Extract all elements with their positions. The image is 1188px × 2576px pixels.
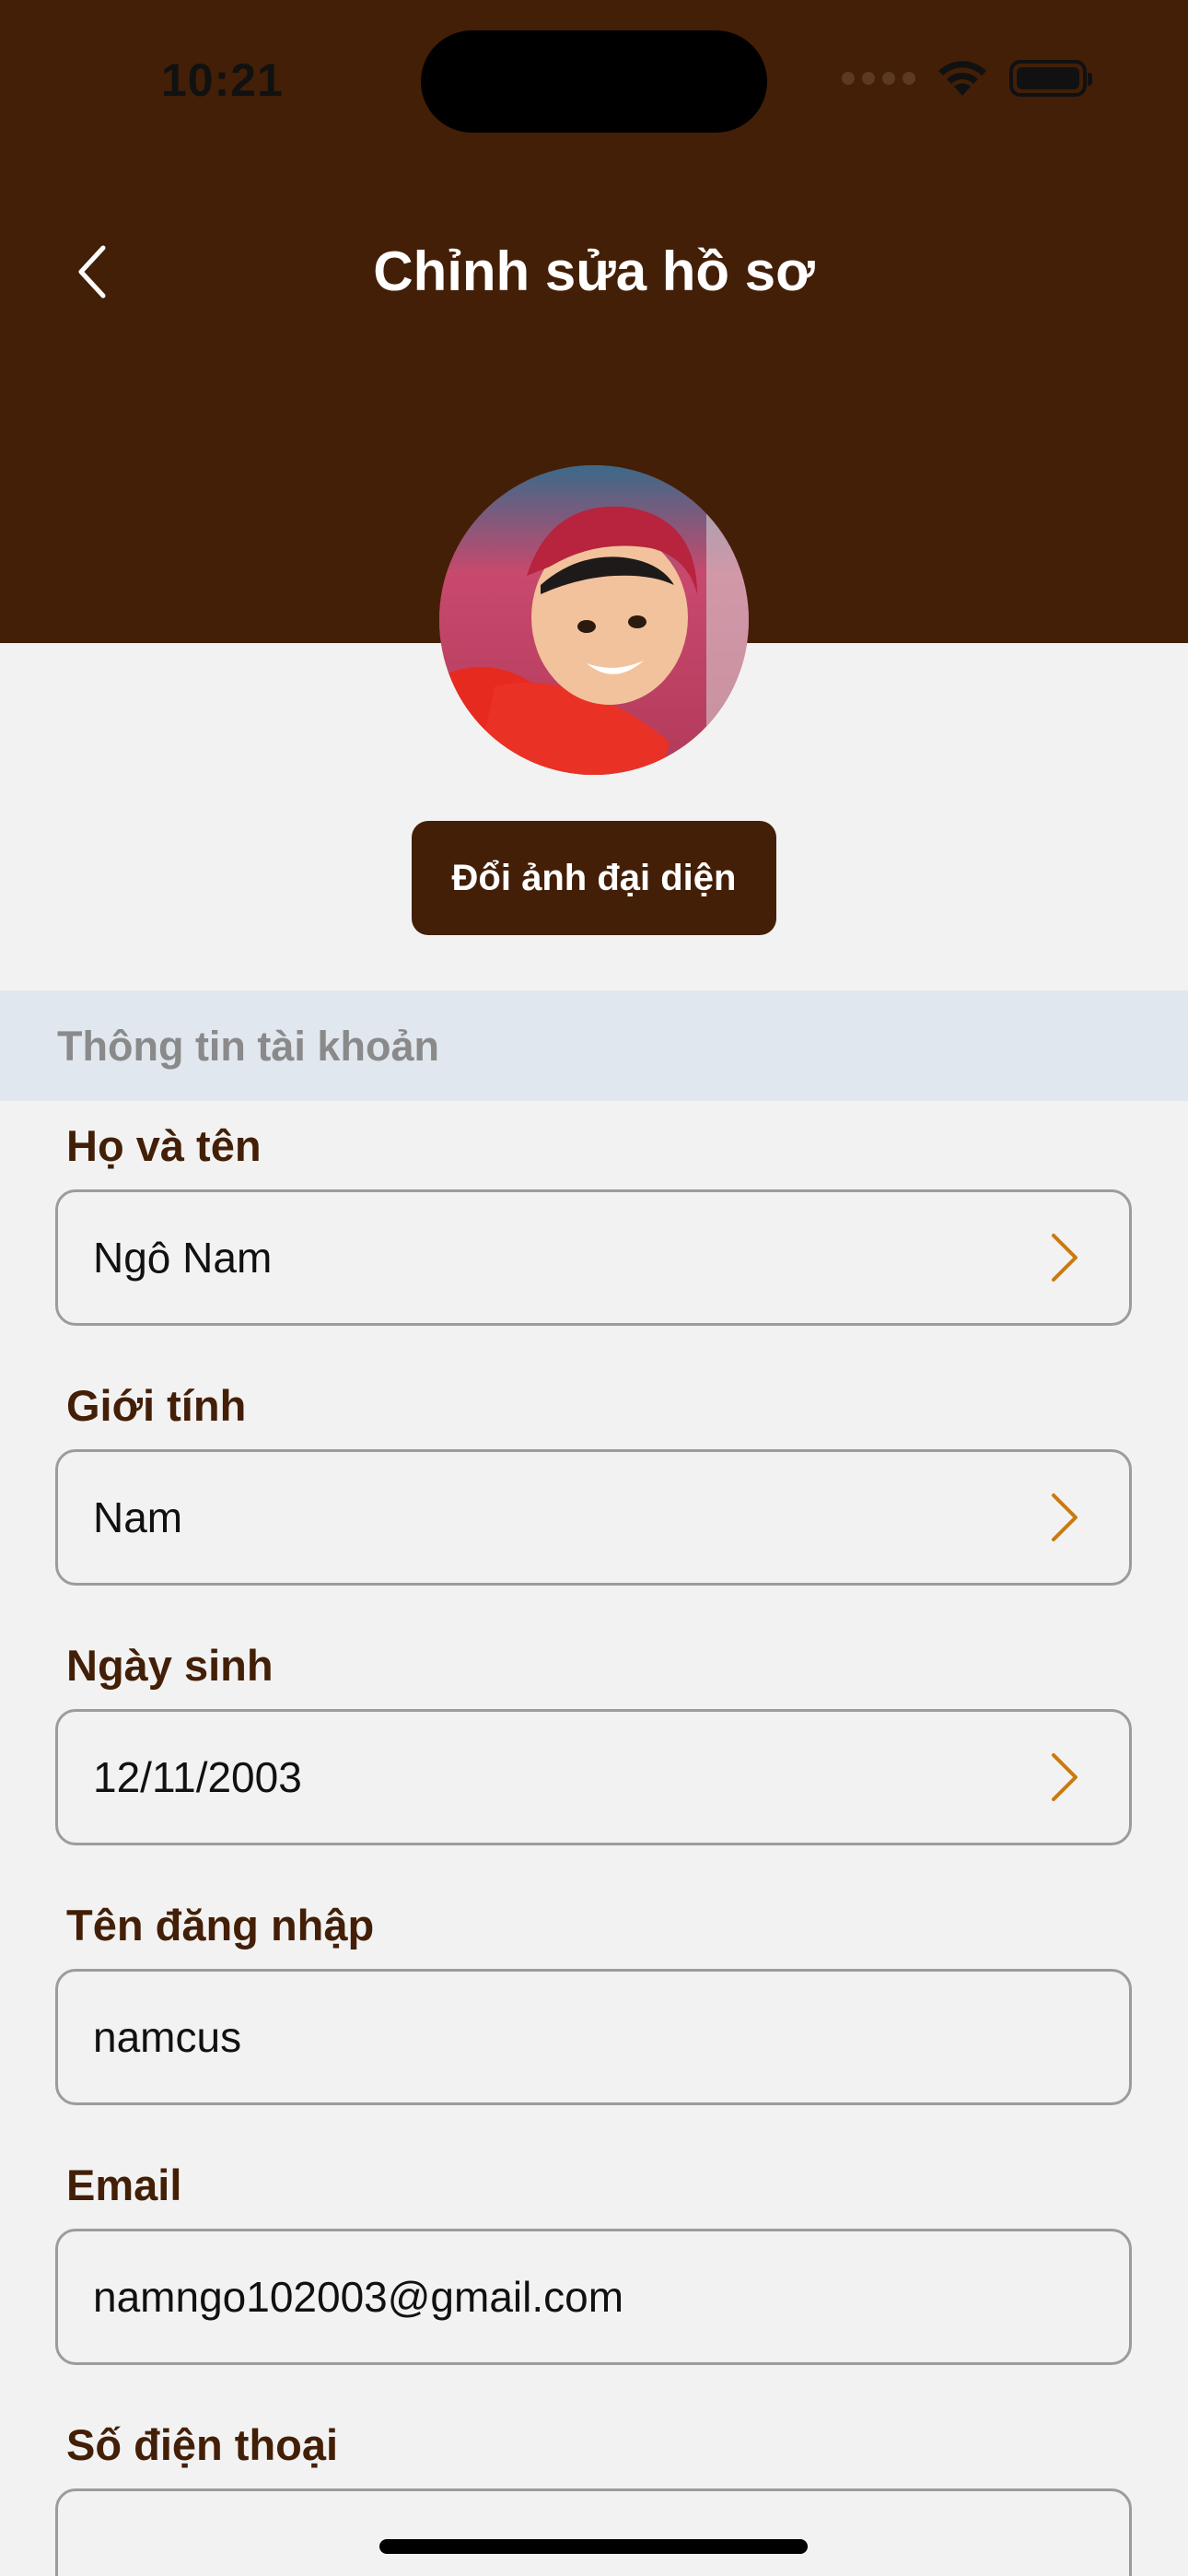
field-value: namngo102003@gmail.com [93,2273,624,2321]
field-label-birthdate: Ngày sinh [66,1641,274,1690]
avatar[interactable] [439,465,749,775]
home-indicator[interactable] [379,2539,808,2554]
avatar-photo [439,465,749,775]
field-value: Ngô Nam [93,1234,273,1282]
field-label-email: Email [66,2160,182,2209]
phone-field[interactable]: 0909090909 [55,2488,1132,2576]
chevron-right-icon [1052,1493,1077,1541]
wifi-icon [938,61,986,96]
status-icons [842,55,1092,101]
change-avatar-button[interactable]: Đổi ảnh đại diện [412,821,776,935]
dynamic-island [421,30,767,133]
birthdate-field[interactable]: 12/11/2003 [55,1709,1132,1845]
signal-icon [842,72,915,85]
status-time: 10:21 [161,54,284,106]
username-field[interactable]: namcus [55,1969,1132,2105]
field-value: Nam [93,1493,183,1541]
field-value: 12/11/2003 [93,1753,302,1801]
field-label-username: Tên đăng nhập [66,1901,375,1950]
field-label-phone: Số điện thoại [66,2420,339,2469]
chevron-right-icon [1052,1753,1077,1801]
field-value: namcus [93,2013,242,2061]
page-title: Chỉnh sửa hồ sơ [373,240,815,302]
chevron-right-icon [1052,1234,1077,1282]
full-name-field[interactable]: Ngô Nam [55,1189,1132,1326]
section-title: Thông tin tài khoản [57,1023,439,1070]
field-label-gender: Giới tính [66,1381,247,1430]
email-field[interactable]: namngo102003@gmail.com [55,2229,1132,2365]
gender-field[interactable]: Nam [55,1449,1132,1586]
battery-icon [1009,60,1092,97]
field-label-full-name: Họ và tên [66,1121,262,1170]
